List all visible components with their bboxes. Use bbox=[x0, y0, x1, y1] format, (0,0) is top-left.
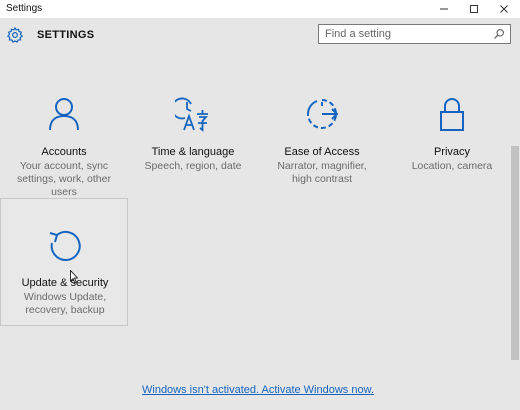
tile-name: Accounts bbox=[41, 146, 87, 158]
tile-description: Location, camera bbox=[411, 160, 493, 172]
lock-icon bbox=[440, 98, 464, 131]
search-icon[interactable] bbox=[493, 28, 505, 40]
tile-accounts[interactable]: Accounts Your account, sync settings, wo… bbox=[0, 68, 128, 198]
tile-name: Ease of Access bbox=[284, 146, 360, 158]
tile-name: Time & language bbox=[151, 146, 235, 158]
title-bar: Settings bbox=[0, 0, 520, 18]
close-icon bbox=[500, 5, 508, 13]
vertical-scrollbar[interactable] bbox=[510, 54, 520, 410]
minimize-button[interactable] bbox=[429, 0, 459, 18]
tile-name: Update & security bbox=[21, 277, 109, 289]
tile-description: Windows Update, recovery, backup bbox=[23, 291, 107, 316]
settings-window: Settings SETTINGS Find a setting Account… bbox=[0, 0, 520, 410]
window-title: Settings bbox=[6, 3, 43, 14]
maximize-icon bbox=[470, 5, 478, 13]
tile-name: Privacy bbox=[433, 146, 471, 158]
search-box[interactable] bbox=[318, 24, 511, 44]
tile-ease-of-access[interactable]: Ease of Access Narrator, magnifier, high… bbox=[258, 68, 386, 196]
close-button[interactable] bbox=[489, 0, 519, 18]
person-icon bbox=[49, 98, 79, 131]
maximize-button[interactable] bbox=[459, 0, 489, 18]
settings-header: SETTINGS bbox=[0, 18, 520, 54]
activation-notice: Windows isn't activated. Activate Window… bbox=[0, 384, 516, 396]
gear-icon bbox=[6, 26, 24, 43]
minimize-icon bbox=[440, 8, 448, 10]
page-title: SETTINGS bbox=[37, 29, 95, 41]
activate-windows-link[interactable]: Windows isn't activated. Activate Window… bbox=[142, 384, 374, 396]
ease-of-access-icon bbox=[307, 99, 339, 129]
tile-description: Speech, region, date bbox=[144, 160, 242, 172]
scrollbar-thumb[interactable] bbox=[511, 146, 519, 360]
refresh-icon bbox=[49, 230, 81, 261]
tile-update-security[interactable]: Update & security Windows Update, recove… bbox=[0, 198, 128, 326]
tile-privacy[interactable]: Privacy Location, camera bbox=[388, 68, 516, 196]
tile-time-language[interactable]: Time & language Speech, region, date bbox=[129, 68, 257, 196]
mouse-cursor-icon bbox=[70, 270, 78, 284]
search-input[interactable] bbox=[325, 26, 485, 42]
tile-description: Narrator, magnifier, high contrast bbox=[277, 160, 367, 185]
time-language-icon bbox=[175, 97, 208, 132]
tile-description: Your account, sync settings, work, other… bbox=[17, 160, 111, 198]
